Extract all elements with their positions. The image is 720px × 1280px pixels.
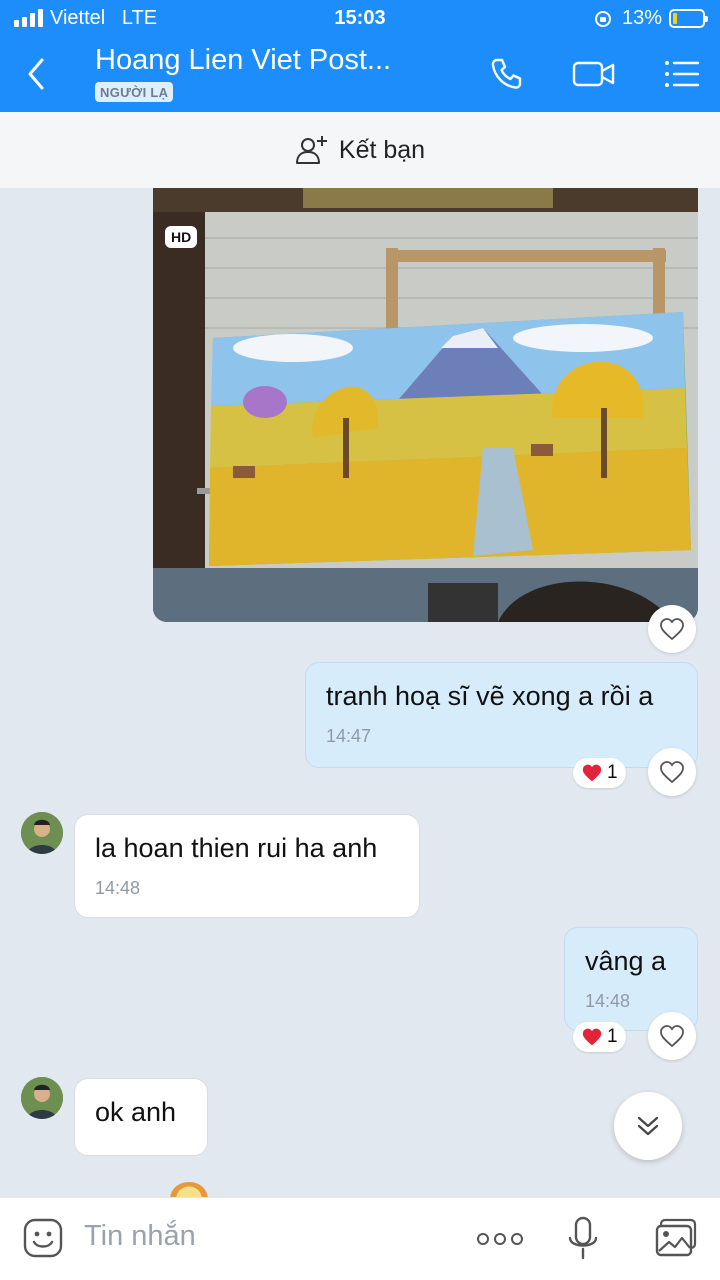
image-icon[interactable] bbox=[654, 1218, 698, 1258]
menu-icon[interactable] bbox=[662, 54, 702, 94]
double-chevron-down-icon bbox=[637, 1116, 659, 1136]
scroll-to-bottom-button[interactable] bbox=[614, 1092, 682, 1160]
avatar-image bbox=[21, 812, 63, 854]
heart-icon bbox=[582, 1028, 602, 1046]
conversation-title[interactable]: Hoang Lien Viet Post... bbox=[95, 44, 391, 77]
avatar[interactable] bbox=[21, 1077, 63, 1119]
battery-percent: 13% bbox=[622, 7, 663, 29]
message-bubble-incoming[interactable]: la hoan thien rui ha anh 14:48 bbox=[74, 814, 420, 918]
sticker-image[interactable] bbox=[166, 1170, 212, 1200]
stranger-tag: NGƯỜI LẠ bbox=[95, 82, 174, 102]
clock: 15:03 bbox=[334, 7, 386, 29]
message-time: 14:48 bbox=[95, 878, 141, 898]
more-icon[interactable] bbox=[476, 1228, 524, 1250]
avatar-image bbox=[21, 1077, 63, 1119]
add-person-icon bbox=[295, 136, 327, 164]
message-text: la hoan thien rui ha anh bbox=[95, 833, 378, 863]
message-input-bar: Tin nhắn bbox=[0, 1197, 720, 1280]
reaction-number: 1 bbox=[607, 1026, 618, 1047]
add-friend-button[interactable]: Kết bạn bbox=[0, 112, 720, 188]
chat-header: Viettel LTE 15:03 13% Hoang Lien Viet Po… bbox=[0, 0, 720, 112]
message-text: tranh hoạ sĩ vẽ xong a rồi a bbox=[326, 681, 654, 711]
status-bar: Viettel LTE 15:03 13% bbox=[0, 0, 720, 38]
reaction-number: 1 bbox=[607, 762, 618, 783]
hd-badge: HD bbox=[165, 226, 198, 248]
phone-icon[interactable] bbox=[486, 54, 526, 94]
message-time: 14:47 bbox=[326, 726, 372, 746]
microphone-icon[interactable] bbox=[566, 1216, 600, 1262]
rotation-lock-icon bbox=[595, 11, 611, 27]
message-input[interactable]: Tin nhắn bbox=[84, 1220, 196, 1253]
heart-icon bbox=[582, 764, 602, 782]
message-text: ok anh bbox=[95, 1097, 177, 1127]
reaction-count[interactable]: 1 bbox=[573, 758, 626, 788]
react-button[interactable] bbox=[648, 605, 696, 653]
add-friend-label: Kết bạn bbox=[338, 135, 426, 164]
message-time: 14:48 bbox=[585, 991, 631, 1011]
battery-icon bbox=[669, 9, 708, 28]
message-text: vâng a bbox=[585, 946, 667, 976]
heart-outline-icon bbox=[660, 761, 684, 784]
back-icon[interactable] bbox=[22, 54, 52, 94]
avatar[interactable] bbox=[21, 812, 63, 854]
react-button[interactable] bbox=[648, 1012, 696, 1060]
message-bubble-incoming[interactable]: ok anh bbox=[74, 1078, 208, 1156]
painting-image bbox=[153, 188, 698, 622]
video-call-icon[interactable] bbox=[571, 54, 617, 94]
message-bubble-outgoing[interactable]: tranh hoạ sĩ vẽ xong a rồi a 14:47 bbox=[305, 662, 698, 768]
react-button[interactable] bbox=[648, 748, 696, 796]
reaction-count[interactable]: 1 bbox=[573, 1022, 626, 1052]
emoji-icon[interactable] bbox=[22, 1217, 64, 1259]
heart-outline-icon bbox=[660, 618, 684, 641]
heart-outline-icon bbox=[660, 1025, 684, 1048]
painting-photo[interactable] bbox=[153, 188, 698, 622]
